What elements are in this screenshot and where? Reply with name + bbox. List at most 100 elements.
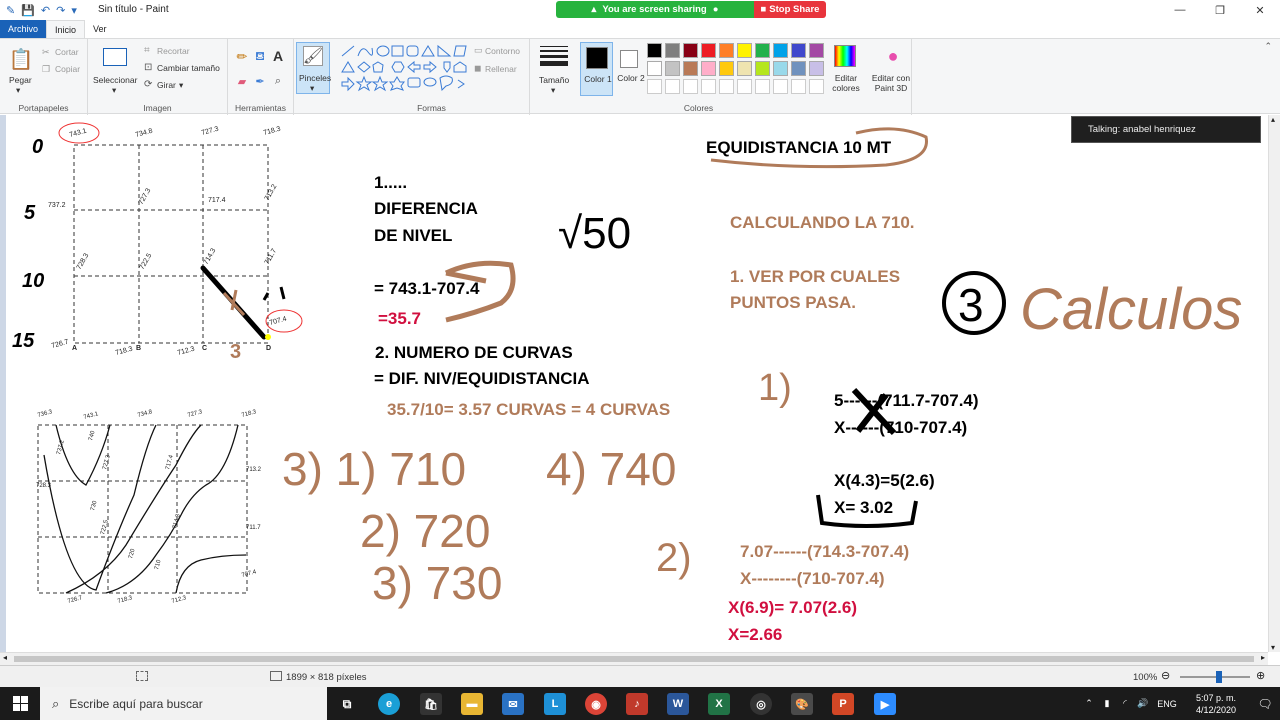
rotate-button[interactable]: Girar bbox=[157, 80, 176, 90]
powerpoint-icon[interactable]: P bbox=[832, 693, 854, 715]
music-app-icon[interactable]: ♪ bbox=[626, 693, 648, 715]
scroll-up-icon[interactable]: ▴ bbox=[1271, 115, 1275, 124]
palette-empty-swatch[interactable] bbox=[719, 79, 734, 94]
palette-swatch[interactable] bbox=[665, 43, 680, 58]
store-icon[interactable]: 🛍 bbox=[420, 693, 442, 715]
paste-button[interactable]: Pegar bbox=[9, 75, 32, 85]
palette-swatch[interactable] bbox=[701, 61, 716, 76]
horizontal-scrollbar[interactable]: ◂ ▸ bbox=[0, 652, 1268, 665]
color1-button[interactable]: Color 1 bbox=[580, 42, 613, 96]
palette-swatch[interactable] bbox=[665, 61, 680, 76]
palette-swatch[interactable] bbox=[683, 43, 698, 58]
palette-swatch[interactable] bbox=[809, 43, 824, 58]
palette-empty-swatch[interactable] bbox=[791, 79, 806, 94]
palette-empty-swatch[interactable] bbox=[701, 79, 716, 94]
task-view-icon[interactable]: ⧉ bbox=[336, 693, 358, 715]
tab-archivo[interactable]: Archivo bbox=[0, 20, 47, 38]
zoom-thumb[interactable] bbox=[1216, 671, 1222, 683]
mail-icon[interactable]: ✉ bbox=[502, 693, 524, 715]
language-indicator[interactable]: ENG bbox=[1152, 699, 1182, 709]
palette-swatch[interactable] bbox=[701, 43, 716, 58]
edit-colors-button[interactable]: Editar colores bbox=[828, 73, 864, 93]
select-button[interactable]: Seleccionar bbox=[93, 75, 137, 85]
palette-empty-swatch[interactable] bbox=[773, 79, 788, 94]
palette-swatch[interactable] bbox=[773, 43, 788, 58]
text-icon[interactable]: A bbox=[270, 48, 286, 64]
network-icon[interactable]: ▮ bbox=[1098, 698, 1116, 709]
vertical-scrollbar[interactable]: ▴ ▾ bbox=[1268, 115, 1280, 652]
notifications-icon[interactable]: 🗨 bbox=[1250, 697, 1280, 711]
paste-icon[interactable]: 📋 bbox=[8, 45, 34, 73]
palette-swatch[interactable] bbox=[755, 61, 770, 76]
minimize-button[interactable]: — bbox=[1160, 0, 1200, 20]
zoom-in-icon[interactable]: ⊕ bbox=[1256, 669, 1265, 682]
wifi-icon[interactable]: ◜ bbox=[1116, 698, 1134, 709]
zoom-app-icon[interactable]: ▶ bbox=[874, 693, 896, 715]
crop-button[interactable]: Recortar bbox=[157, 46, 190, 56]
palette-empty-swatch[interactable] bbox=[755, 79, 770, 94]
shapes-gallery[interactable] bbox=[340, 44, 470, 96]
redo-icon[interactable]: ↷ bbox=[56, 4, 65, 17]
start-button[interactable] bbox=[0, 687, 40, 720]
scroll-right-icon[interactable]: ▸ bbox=[1261, 653, 1265, 662]
palette-swatch[interactable] bbox=[647, 61, 662, 76]
size-button[interactable]: Tamaño bbox=[539, 75, 569, 85]
palette-empty-swatch[interactable] bbox=[737, 79, 752, 94]
tab-ver[interactable]: Ver bbox=[85, 20, 115, 38]
edit-colors-icon[interactable] bbox=[834, 45, 856, 67]
outline-button[interactable]: Contorno bbox=[485, 46, 520, 56]
scroll-down-icon[interactable]: ▾ bbox=[1271, 643, 1275, 652]
collapse-icon[interactable]: ▴ bbox=[592, 4, 597, 15]
size-icon[interactable] bbox=[540, 46, 568, 66]
palette-empty-swatch[interactable] bbox=[809, 79, 824, 94]
scroll-thumb[interactable] bbox=[14, 656, 1254, 662]
close-button[interactable]: ✕ bbox=[1240, 0, 1280, 20]
palette-swatch[interactable] bbox=[719, 43, 734, 58]
palette-empty-swatch[interactable] bbox=[665, 79, 680, 94]
select-icon[interactable] bbox=[103, 48, 127, 66]
palette-empty-swatch[interactable] bbox=[683, 79, 698, 94]
palette-swatch[interactable] bbox=[719, 61, 734, 76]
zoom-out-icon[interactable]: ⊖ bbox=[1161, 669, 1170, 682]
eraser-icon[interactable]: ▰ bbox=[234, 73, 250, 89]
edge-icon[interactable]: e bbox=[378, 693, 400, 715]
color2-button[interactable]: Color 2 bbox=[614, 42, 646, 96]
palette-swatch[interactable] bbox=[737, 61, 752, 76]
palette-swatch[interactable] bbox=[809, 61, 824, 76]
palette-swatch[interactable] bbox=[737, 43, 752, 58]
color-picker-icon[interactable]: ✒ bbox=[252, 73, 268, 89]
save-icon[interactable]: 💾 bbox=[21, 4, 35, 17]
fill-icon[interactable]: ⛾ bbox=[252, 49, 268, 65]
palette-swatch[interactable] bbox=[647, 43, 662, 58]
obs-icon[interactable]: ◎ bbox=[750, 693, 772, 715]
paint3d-button[interactable]: Editar con Paint 3D bbox=[868, 73, 914, 93]
fill-button[interactable]: Rellenar bbox=[485, 64, 517, 74]
clock[interactable]: 5:07 p. m. 4/12/2020 bbox=[1182, 692, 1250, 716]
palette-swatch[interactable] bbox=[683, 61, 698, 76]
zoom-slider[interactable] bbox=[1180, 671, 1250, 683]
palette-swatch[interactable] bbox=[791, 43, 806, 58]
palette-swatch[interactable] bbox=[755, 43, 770, 58]
stop-share-button[interactable]: ■ Stop Share bbox=[754, 1, 826, 18]
chrome-icon[interactable]: ◉ bbox=[585, 693, 607, 715]
palette-swatch[interactable] bbox=[773, 61, 788, 76]
drawing-canvas[interactable]: 743.1 734.8 727.3 718.3 737.2 727.3 717.4 713.2… bbox=[6, 115, 1268, 652]
brushes-button[interactable]: 🖌 Pinceles ▾ bbox=[296, 42, 331, 94]
cut-button[interactable]: Cortar bbox=[55, 47, 79, 57]
tray-chevron-icon[interactable]: ⌃ bbox=[1080, 698, 1098, 709]
collapse-ribbon-icon[interactable]: ⌃ bbox=[1264, 41, 1272, 52]
excel-icon[interactable]: X bbox=[708, 693, 730, 715]
volume-icon[interactable]: 🔊 bbox=[1134, 698, 1152, 709]
learning-app-icon[interactable]: L bbox=[544, 693, 566, 715]
customize-dropdown-icon[interactable]: ▾ bbox=[71, 4, 77, 17]
pencil-icon[interactable]: ✏ bbox=[234, 49, 250, 65]
maximize-button[interactable]: ❐ bbox=[1200, 0, 1240, 20]
undo-icon[interactable]: ↶ bbox=[41, 4, 50, 17]
palette-empty-swatch[interactable] bbox=[647, 79, 662, 94]
taskbar-search[interactable]: ⌕ Escribe aquí para buscar bbox=[40, 687, 327, 720]
paint3d-icon[interactable]: ● bbox=[882, 44, 904, 68]
word-icon[interactable]: W bbox=[667, 693, 689, 715]
explorer-icon[interactable]: ▬ bbox=[461, 693, 483, 715]
magnifier-icon[interactable]: ⌕ bbox=[270, 73, 286, 89]
paint-taskbar-icon[interactable]: 🎨 bbox=[791, 693, 813, 715]
